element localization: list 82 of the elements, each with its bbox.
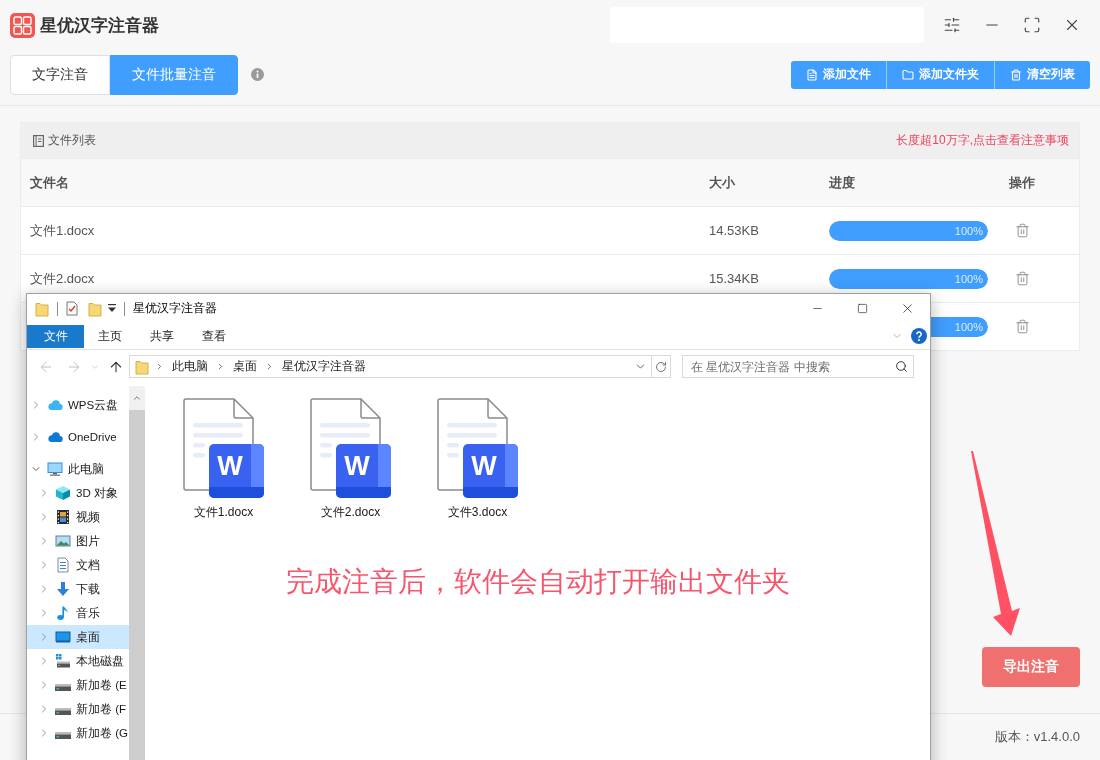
panel-title: 文件列表 (48, 132, 96, 149)
folder-icon (902, 68, 914, 81)
info-icon[interactable] (251, 68, 264, 81)
trash-icon[interactable] (1015, 319, 1030, 334)
ribbon-tab[interactable]: 查看 (188, 324, 240, 348)
screen-icon (55, 629, 71, 645)
checklist-icon[interactable] (66, 301, 78, 316)
app-logo-icon (10, 12, 35, 38)
film-icon (55, 509, 71, 525)
fullscreen-icon[interactable] (1023, 16, 1041, 34)
column-header: 文件名 (30, 173, 69, 192)
nav-item[interactable]: 文档 (27, 553, 129, 577)
search-icon[interactable] (895, 360, 908, 373)
sliders-icon[interactable] (943, 16, 961, 34)
maximize-icon[interactable] (857, 303, 868, 314)
table-cell: 文件2.docx (30, 269, 95, 288)
nav-item[interactable]: 音乐 (27, 601, 129, 625)
drive-icon (55, 684, 71, 691)
trash-icon (1010, 68, 1022, 81)
scroll-up-icon[interactable] (132, 393, 142, 403)
progress-label: 100% (954, 320, 983, 333)
progress-label: 100% (954, 224, 983, 237)
ribbon-tab[interactable]: 文件 (27, 324, 84, 348)
file-icon (806, 68, 818, 81)
breadcrumb-item[interactable]: 星优汉字注音器 (280, 358, 368, 375)
nav-item[interactable]: 3D 对象 (27, 481, 129, 505)
document-icon (55, 557, 71, 573)
mode-tab[interactable]: 文字注音 (10, 54, 110, 95)
file-item[interactable]: W 文件2.docx (287, 398, 414, 519)
breadcrumb-item[interactable]: 此电脑 (170, 358, 210, 375)
drive-icon (55, 732, 71, 739)
download-arrow-icon (55, 581, 71, 597)
progress-label: 100% (954, 272, 983, 285)
chevron-right-icon[interactable] (265, 362, 274, 371)
picture-icon (55, 533, 71, 549)
chevron-right-icon[interactable] (155, 362, 164, 371)
trash-icon[interactable] (1015, 271, 1030, 286)
nav-item[interactable]: 桌面 (27, 625, 129, 649)
cloud-icon (47, 429, 63, 445)
search-field[interactable]: 在 星优汉字注音器 中搜索 (682, 355, 914, 378)
column-header: 操作 (1009, 173, 1035, 192)
table-cell: 15.34KB (709, 271, 759, 286)
nav-item[interactable]: OneDrive (27, 425, 129, 449)
folder-icon[interactable] (35, 300, 49, 317)
app-title: 星优汉字注音器 (40, 14, 159, 37)
monitor-icon (47, 461, 63, 477)
refresh-button[interactable] (652, 355, 671, 378)
ribbon-tab[interactable]: 共享 (136, 324, 188, 348)
version-label: 版本：v1.4.0.0 (994, 728, 1080, 746)
breadcrumb-item[interactable]: 桌面 (231, 358, 259, 375)
nav-item[interactable]: 图片 (27, 529, 129, 553)
drive-icon (55, 653, 71, 669)
close-icon[interactable] (900, 301, 915, 316)
chevron-right-icon[interactable] (216, 362, 225, 371)
table-cell: 14.53KB (709, 223, 759, 238)
ribbon-tab[interactable]: 主页 (84, 324, 136, 348)
nav-item[interactable]: 本地磁盘 (27, 649, 129, 673)
folder-icon (135, 358, 149, 375)
nav-item[interactable]: WPS云盘 (27, 393, 129, 417)
nav-item[interactable]: 下载 (27, 577, 129, 601)
refresh-icon (655, 360, 667, 373)
drive-icon (55, 708, 71, 715)
cloud-icon (47, 397, 63, 413)
column-header: 进度 (829, 173, 855, 192)
table-cell: 文件1.docx (30, 221, 95, 240)
nav-item[interactable]: 此电脑 (27, 457, 129, 481)
file-item[interactable]: W 文件1.docx (160, 398, 287, 519)
nav-item[interactable]: 新加卷 (G (27, 721, 129, 745)
folder-icon[interactable] (88, 300, 102, 317)
file-item[interactable]: W 文件3.docx (414, 398, 541, 519)
nav-item[interactable]: 新加卷 (E (27, 673, 129, 697)
help-icon[interactable] (911, 328, 927, 344)
notebook-icon (33, 134, 44, 147)
column-header: 大小 (709, 173, 735, 192)
nav-item[interactable]: 视频 (27, 505, 129, 529)
cube-icon (55, 485, 71, 501)
dropdown-arrow-icon[interactable] (108, 304, 116, 313)
address-bar[interactable]: 此电脑 桌面 星优汉字注音器 (129, 355, 652, 378)
annotation-text: 完成注音后，软件会自动打开输出文件夹 (285, 565, 790, 599)
nav-item[interactable]: 新加卷 (F (27, 697, 129, 721)
window-title: 星优汉字注音器 (133, 300, 217, 317)
trash-icon[interactable] (1015, 223, 1030, 238)
